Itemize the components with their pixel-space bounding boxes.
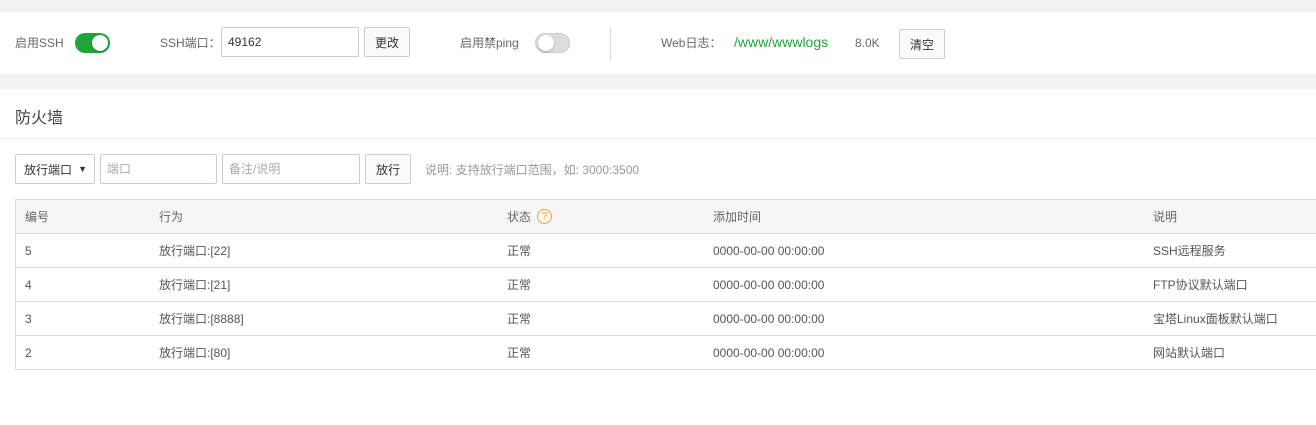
action-select[interactable]: 放行端口 ▼ (15, 154, 95, 184)
port-range-hint: 说明: 支持放行端口范围，如: 3000:3500 (425, 163, 640, 177)
table-header: 编号 行为 状态 ? 添加时间 说明 (15, 199, 1316, 234)
top-gray-band (0, 0, 1316, 12)
ping-toggle-knob (538, 35, 554, 51)
ssh-toggle[interactable] (75, 33, 110, 53)
row-time: 0000-00-00 00:00:00 (713, 277, 825, 292)
table-row: 4 放行端口:[21] 正常 0000-00-00 00:00:00 FTP协议… (15, 268, 1316, 302)
port-input[interactable] (100, 154, 217, 184)
ssh-settings-bar: 启用SSH SSH端口： 更改 启用禁ping Web日志： /www/wwwl… (0, 12, 1316, 74)
row-note: SSH远程服务 (1153, 244, 1226, 258)
table-row: 5 放行端口:[22] 正常 0000-00-00 00:00:00 SSH远程… (15, 234, 1316, 268)
action-select-value: 放行端口 (24, 162, 73, 177)
ping-toggle[interactable] (535, 33, 570, 53)
section-gray-band (0, 74, 1316, 89)
row-status: 正常 (507, 278, 532, 292)
weblog-size: 8.0K (855, 36, 880, 50)
allow-port-button[interactable]: 放行 (365, 154, 411, 184)
table-row: 3 放行端口:[8888] 正常 0000-00-00 00:00:00 宝塔L… (15, 302, 1316, 336)
topbar-divider (610, 28, 611, 60)
help-question-icon[interactable]: ? (537, 209, 553, 224)
ssh-port-input[interactable] (221, 27, 359, 57)
row-status: 正常 (507, 346, 532, 360)
title-divider (0, 138, 1316, 139)
ssh-toggle-knob (92, 35, 108, 51)
row-action: 放行端口:[80] (159, 346, 231, 360)
weblog-label: Web日志： (661, 36, 722, 50)
row-id: 5 (25, 243, 32, 258)
weblog-path-link[interactable]: /www/wwwlogs (734, 34, 828, 50)
header-status: 状态 ? (507, 200, 553, 233)
firewall-title: 防火墙 (15, 110, 64, 127)
row-note: 网站默认端口 (1153, 346, 1226, 360)
firewall-rules-table: 编号 行为 状态 ? 添加时间 说明 5 放行端口:[22] 正常 0000-0… (15, 199, 1316, 370)
header-status-label: 状态 (507, 210, 532, 224)
header-time: 添加时间 (713, 210, 762, 224)
row-action: 放行端口:[21] (159, 278, 231, 292)
note-input[interactable] (222, 154, 360, 184)
row-time: 0000-00-00 00:00:00 (713, 345, 825, 360)
row-action: 放行端口:[22] (159, 244, 231, 258)
row-note: FTP协议默认端口 (1153, 278, 1248, 292)
row-id: 3 (25, 311, 32, 326)
header-action: 行为 (159, 210, 184, 224)
dropdown-caret-icon: ▼ (78, 164, 87, 174)
row-time: 0000-00-00 00:00:00 (713, 311, 825, 326)
ping-toggle-label: 启用禁ping (460, 36, 519, 50)
header-note: 说明 (1153, 210, 1178, 224)
ssh-toggle-label: 启用SSH (15, 36, 64, 50)
row-id: 2 (25, 345, 32, 360)
row-time: 0000-00-00 00:00:00 (713, 243, 825, 258)
table-row: 2 放行端口:[80] 正常 0000-00-00 00:00:00 网站默认端… (15, 336, 1316, 370)
row-action: 放行端口:[8888] (159, 312, 244, 326)
row-status: 正常 (507, 244, 532, 258)
row-status: 正常 (507, 312, 532, 326)
clear-log-button[interactable]: 清空 (899, 29, 945, 59)
row-id: 4 (25, 277, 32, 292)
header-id: 编号 (25, 210, 50, 224)
ssh-port-label: SSH端口： (160, 36, 221, 50)
change-port-button[interactable]: 更改 (364, 27, 410, 57)
row-note: 宝塔Linux面板默认端口 (1153, 312, 1278, 326)
